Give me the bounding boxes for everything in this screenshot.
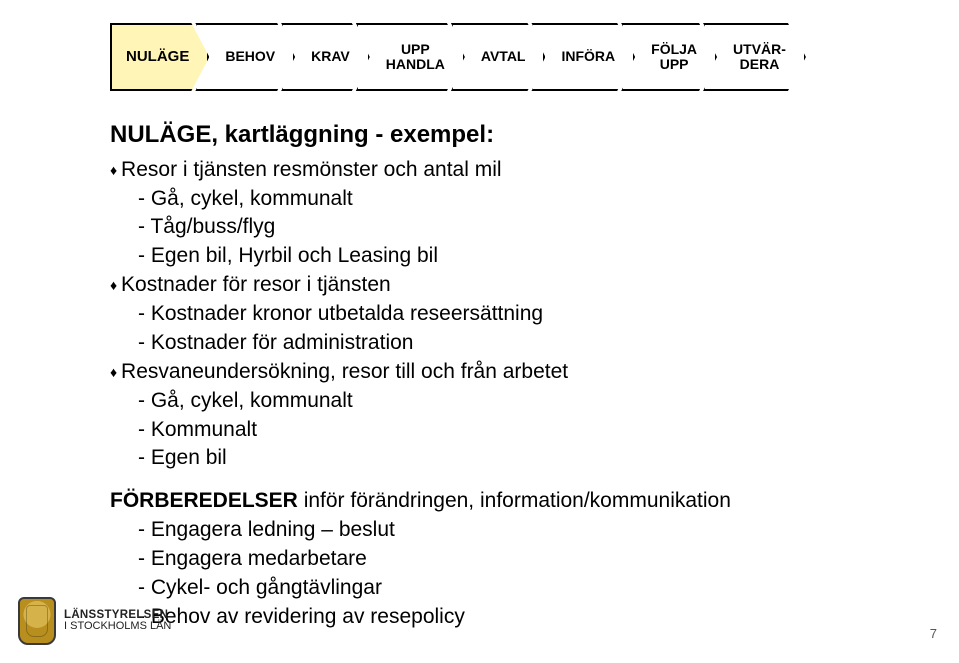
bullet-text: Kostnader kronor utbetalda reseersättnin… (151, 302, 543, 325)
process-steps: NULÄGE BEHOV KRAV UPP HANDLA AVTAL INFÖR… (110, 22, 919, 92)
sub-bullet: Kostnader kronor utbetalda reseersättnin… (138, 301, 919, 328)
sub-bullet: Cykel- och gångtävlingar (138, 575, 919, 602)
sub-bullet: Egen bil (138, 445, 919, 472)
bullet-text: Engagera ledning – beslut (151, 518, 395, 541)
sub-bullet: Gå, cykel, kommunalt (138, 388, 919, 415)
sub-bullet: Behov av revidering av resepolicy (138, 604, 919, 631)
sub-bullet: Tåg/buss/flyg (138, 214, 919, 241)
sub-bullet: Gå, cykel, kommunalt (138, 186, 919, 213)
sub-bullet: Egen bil, Hyrbil och Leasing bil (138, 243, 919, 270)
bullet-text: Gå, cykel, kommunalt (151, 187, 353, 210)
sub-bullet: Kostnader för administration (138, 330, 919, 357)
lead-rest: inför förändringen, information/kommunik… (298, 489, 731, 512)
step-infora: INFÖRA (531, 23, 635, 91)
bullet: Resvaneundersökning, resor till och från… (110, 359, 919, 386)
slide-body: NULÄGE, kartläggning - exempel: Resor i … (110, 120, 919, 633)
second-block: FÖRBEREDELSER inför förändringen, inform… (110, 488, 919, 630)
bullet: Resor i tjänsten resmönster och antal mi… (110, 157, 919, 184)
bullet-text: Resvaneundersökning, resor till och från… (121, 360, 568, 383)
step-utvardera: UTVÄR- DERA (703, 23, 806, 91)
slide-title: NULÄGE, kartläggning - exempel: (110, 120, 919, 151)
org-logo: LÄNSSTYRELSEN I STOCKHOLMS LÄN (18, 597, 171, 645)
bullet-text: Egen bil, Hyrbil och Leasing bil (151, 244, 438, 267)
org-name-line2: I STOCKHOLMS LÄN (64, 621, 171, 633)
lead-line: FÖRBEREDELSER inför förändringen, inform… (110, 488, 919, 515)
bullet-text: Kostnader för administration (151, 331, 414, 354)
step-avtal: AVTAL (451, 23, 546, 91)
bullet: Kostnader för resor i tjänsten (110, 272, 919, 299)
org-name: LÄNSSTYRELSEN I STOCKHOLMS LÄN (64, 609, 171, 633)
bullet-text: Tåg/buss/flyg (150, 215, 275, 238)
step-nulage: NULÄGE (110, 23, 209, 91)
bullet-text: Resor i tjänsten resmönster och antal mi… (121, 158, 502, 181)
step-upphandla: UPP HANDLA (356, 23, 465, 91)
bullet-text: Kostnader för resor i tjänsten (121, 273, 391, 296)
bullet-text: Behov av revidering av resepolicy (151, 605, 465, 628)
bullet-text: Cykel- och gångtävlingar (151, 576, 382, 599)
crest-icon (18, 597, 56, 645)
page-number: 7 (930, 626, 937, 641)
sub-bullet: Engagera ledning – beslut (138, 517, 919, 544)
step-folja-upp: FÖLJA UPP (621, 23, 717, 91)
bullet-text: Egen bil (151, 446, 227, 469)
step-behov: BEHOV (195, 23, 295, 91)
sub-bullet: Engagera medarbetare (138, 546, 919, 573)
bullet-text: Engagera medarbetare (151, 547, 367, 570)
lead-word: FÖRBEREDELSER (110, 489, 298, 512)
bullet-text: Kommunalt (151, 418, 257, 441)
sub-bullet: Kommunalt (138, 417, 919, 444)
bullet-text: Gå, cykel, kommunalt (151, 389, 353, 412)
